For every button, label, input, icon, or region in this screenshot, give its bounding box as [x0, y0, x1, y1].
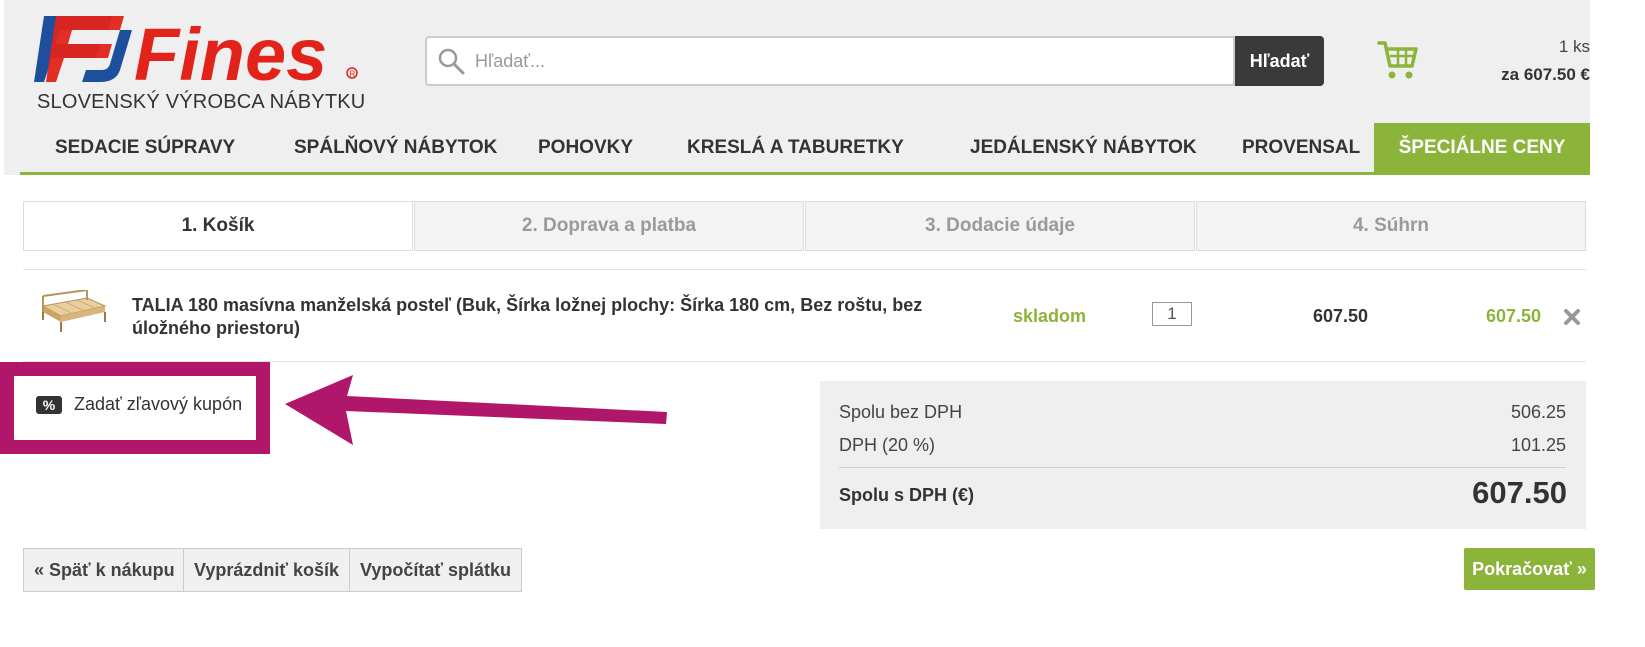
summary-divider: [839, 467, 1566, 468]
total-value: 607.50: [1472, 475, 1567, 510]
annotation-arrow: [285, 375, 667, 445]
cart-item-row: TALIA 180 masívna manželská posteľ (Buk,…: [23, 270, 1586, 362]
nav-item-pohovky[interactable]: POHOVKY: [538, 123, 633, 172]
nav-item-kresla-a-taburetky[interactable]: KRESLÁ A TABURETKY: [687, 123, 904, 172]
quantity-input[interactable]: [1152, 302, 1192, 326]
step-cart[interactable]: 1. Košík: [23, 201, 413, 251]
main-nav: SEDACIE SÚPRAVY SPÁLŇOVÝ NÁBYTOK POHOVKY…: [20, 123, 1590, 175]
nav-item-provensal[interactable]: PROVENSAL: [1242, 123, 1360, 172]
continue-button[interactable]: Pokračovať »: [1464, 548, 1595, 590]
checkout-steps: 1. Košík 2. Doprava a platba 3. Dodacie …: [23, 201, 1586, 251]
svg-text:R: R: [350, 70, 356, 79]
search-button[interactable]: Hľadať: [1235, 36, 1324, 86]
without-vat-label: Spolu bez DPH: [839, 402, 963, 422]
coupon-highlight-frame: % Zadať zľavový kupón: [0, 362, 270, 454]
logo-slogan: SLOVENSKÝ VÝROBCA NÁBYTKU: [37, 91, 366, 113]
cart-total[interactable]: za 607.50 €: [1400, 65, 1590, 85]
empty-cart-button[interactable]: Vyprázdniť košík: [183, 548, 351, 592]
close-icon[interactable]: [1563, 308, 1581, 326]
percent-icon: %: [36, 396, 62, 414]
step-delivery-details[interactable]: 3. Dodacie údaje: [805, 201, 1195, 251]
item-total-price: 607.50: [1486, 306, 1542, 326]
nav-item-spalnovy-nabytok[interactable]: SPÁLŇOVÝ NÁBYTOK: [294, 123, 497, 172]
nav-item-specialne-ceny[interactable]: ŠPECIÁLNE CENY: [1374, 123, 1590, 172]
cart-count[interactable]: 1 ks: [1400, 37, 1590, 57]
search-input[interactable]: [475, 38, 1215, 84]
search-box: [425, 36, 1235, 86]
bed-image[interactable]: [39, 290, 109, 335]
back-to-shop-button[interactable]: « Späť k nákupu: [23, 548, 186, 592]
availability-status: skladom: [1013, 306, 1087, 326]
step-summary[interactable]: 4. Súhrn: [1196, 201, 1586, 251]
vat-label: DPH (20 %): [839, 435, 936, 455]
vat-value: 101.25: [1510, 435, 1566, 455]
nav-item-jedalensky-nabytok[interactable]: JEDÁLENSKÝ NÁBYTOK: [970, 123, 1197, 172]
nav-item-sedacie-supravy[interactable]: SEDACIE SÚPRAVY: [55, 123, 235, 172]
total-label: Spolu s DPH (€): [839, 485, 975, 505]
coupon-link[interactable]: Zadať zľavový kupón: [74, 394, 242, 415]
search-icon: [438, 48, 465, 75]
logo-wordmark: Fines: [134, 13, 327, 92]
product-name[interactable]: TALIA 180 masívna manželská posteľ (Buk,…: [132, 294, 932, 340]
unit-price: 607.50: [1313, 306, 1369, 326]
step-shipping-payment[interactable]: 2. Doprava a platba: [414, 201, 804, 251]
calculate-installment-button[interactable]: Vypočítať splátku: [349, 548, 522, 592]
without-vat-value: 506.25: [1510, 402, 1566, 422]
logo-graphic: Fines R: [34, 13, 358, 96]
order-summary: Spolu bez DPH 506.25 DPH (20 %) 101.25 S…: [820, 381, 1586, 529]
